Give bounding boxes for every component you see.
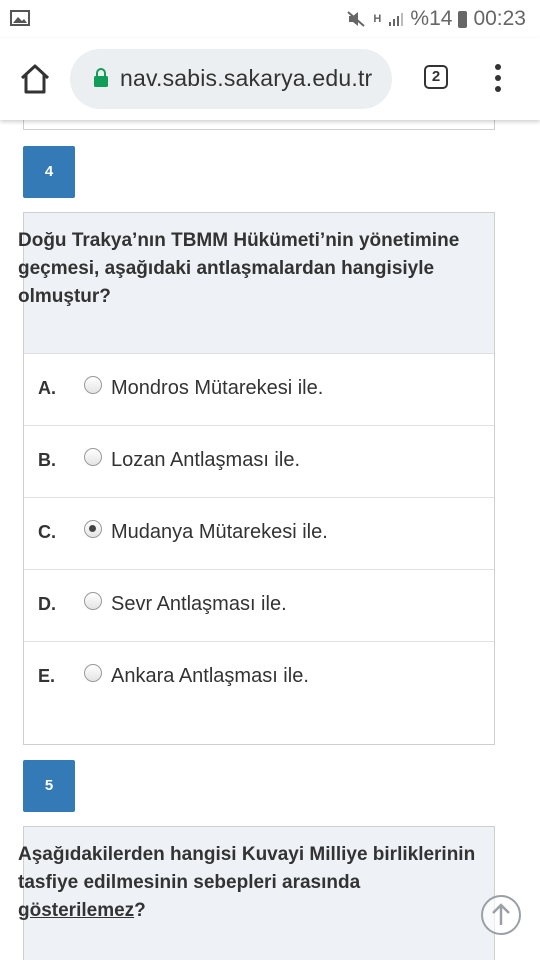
gallery-icon: [10, 10, 30, 26]
mute-icon: [347, 11, 366, 27]
previous-question-card: [23, 120, 495, 130]
status-bar: H %14 00:23: [0, 0, 540, 38]
question-text-part: Aşağıdakilerden hangisi Kuvayi Milliye b…: [18, 844, 476, 893]
radio-button[interactable]: [84, 592, 102, 610]
url-text: nav.sabis.sakarya.edu.tr: [120, 65, 373, 91]
option-letter: B.: [38, 450, 56, 470]
option-a[interactable]: A. Mondros Mütarekesi ile.: [24, 354, 494, 426]
radio-button[interactable]: [84, 448, 102, 466]
option-letter: A.: [38, 378, 56, 398]
question-text-part: ?: [134, 900, 146, 921]
battery-percent: %14: [410, 7, 453, 30]
question-card: Doğu Trakya’nın TBMM Hükümeti’nin yöneti…: [18, 212, 495, 745]
menu-icon[interactable]: [488, 64, 508, 94]
question-number-badge: 5: [23, 760, 75, 812]
tab-count: 2: [431, 68, 441, 85]
question-text-underlined: gösterilemez: [18, 900, 135, 921]
home-icon[interactable]: [18, 62, 52, 96]
option-b[interactable]: B. Lozan Antlaşması ile.: [24, 426, 494, 498]
question-header: Aşağıdakilerden hangisi Kuvayi Milliye b…: [18, 827, 494, 960]
browser-toolbar: nav.sabis.sakarya.edu.tr 2: [0, 38, 540, 120]
option-text: Lozan Antlaşması ile.: [111, 449, 300, 471]
option-c[interactable]: C. Mudanya Mütarekesi ile.: [24, 498, 494, 570]
question-number-badge: 4: [23, 146, 75, 198]
question-card: Aşağıdakilerden hangisi Kuvayi Milliye b…: [18, 826, 495, 960]
radio-button-selected[interactable]: [84, 520, 102, 538]
address-bar[interactable]: nav.sabis.sakarya.edu.tr: [70, 49, 392, 109]
option-e[interactable]: E. Ankara Antlaşması ile.: [24, 642, 494, 713]
option-text: Ankara Antlaşması ile.: [111, 665, 309, 687]
tabs-button[interactable]: 2: [424, 65, 448, 89]
clock: 00:23: [473, 7, 526, 30]
lock-icon: [94, 68, 108, 87]
option-d[interactable]: D. Sevr Antlaşması ile.: [24, 570, 494, 642]
battery-icon: [458, 10, 468, 28]
scroll-to-top-button[interactable]: [481, 895, 521, 935]
option-letter: E.: [38, 666, 56, 686]
option-letter: C.: [38, 522, 56, 542]
signal-icon: [389, 13, 404, 26]
page-content: 4 Doğu Trakya’nın TBMM Hükümeti’nin yöne…: [0, 120, 540, 960]
question-text: Doğu Trakya’nın TBMM Hükümeti’nin yöneti…: [18, 230, 460, 307]
arrow-up-icon: [492, 903, 510, 925]
option-text: Mondros Mütarekesi ile.: [111, 377, 324, 399]
option-text: Sevr Antlaşması ile.: [111, 593, 287, 615]
radio-button[interactable]: [84, 376, 102, 394]
question-text: Aşağıdakilerden hangisi Kuvayi Milliye b…: [18, 841, 488, 925]
status-bar-right: H %14 00:23: [346, 7, 526, 31]
option-text: Mudanya Mütarekesi ile.: [111, 521, 328, 543]
network-type: H: [373, 12, 382, 25]
question-header: Doğu Trakya’nın TBMM Hükümeti’nin yöneti…: [18, 213, 494, 354]
option-letter: D.: [38, 594, 56, 614]
radio-button[interactable]: [84, 664, 102, 682]
